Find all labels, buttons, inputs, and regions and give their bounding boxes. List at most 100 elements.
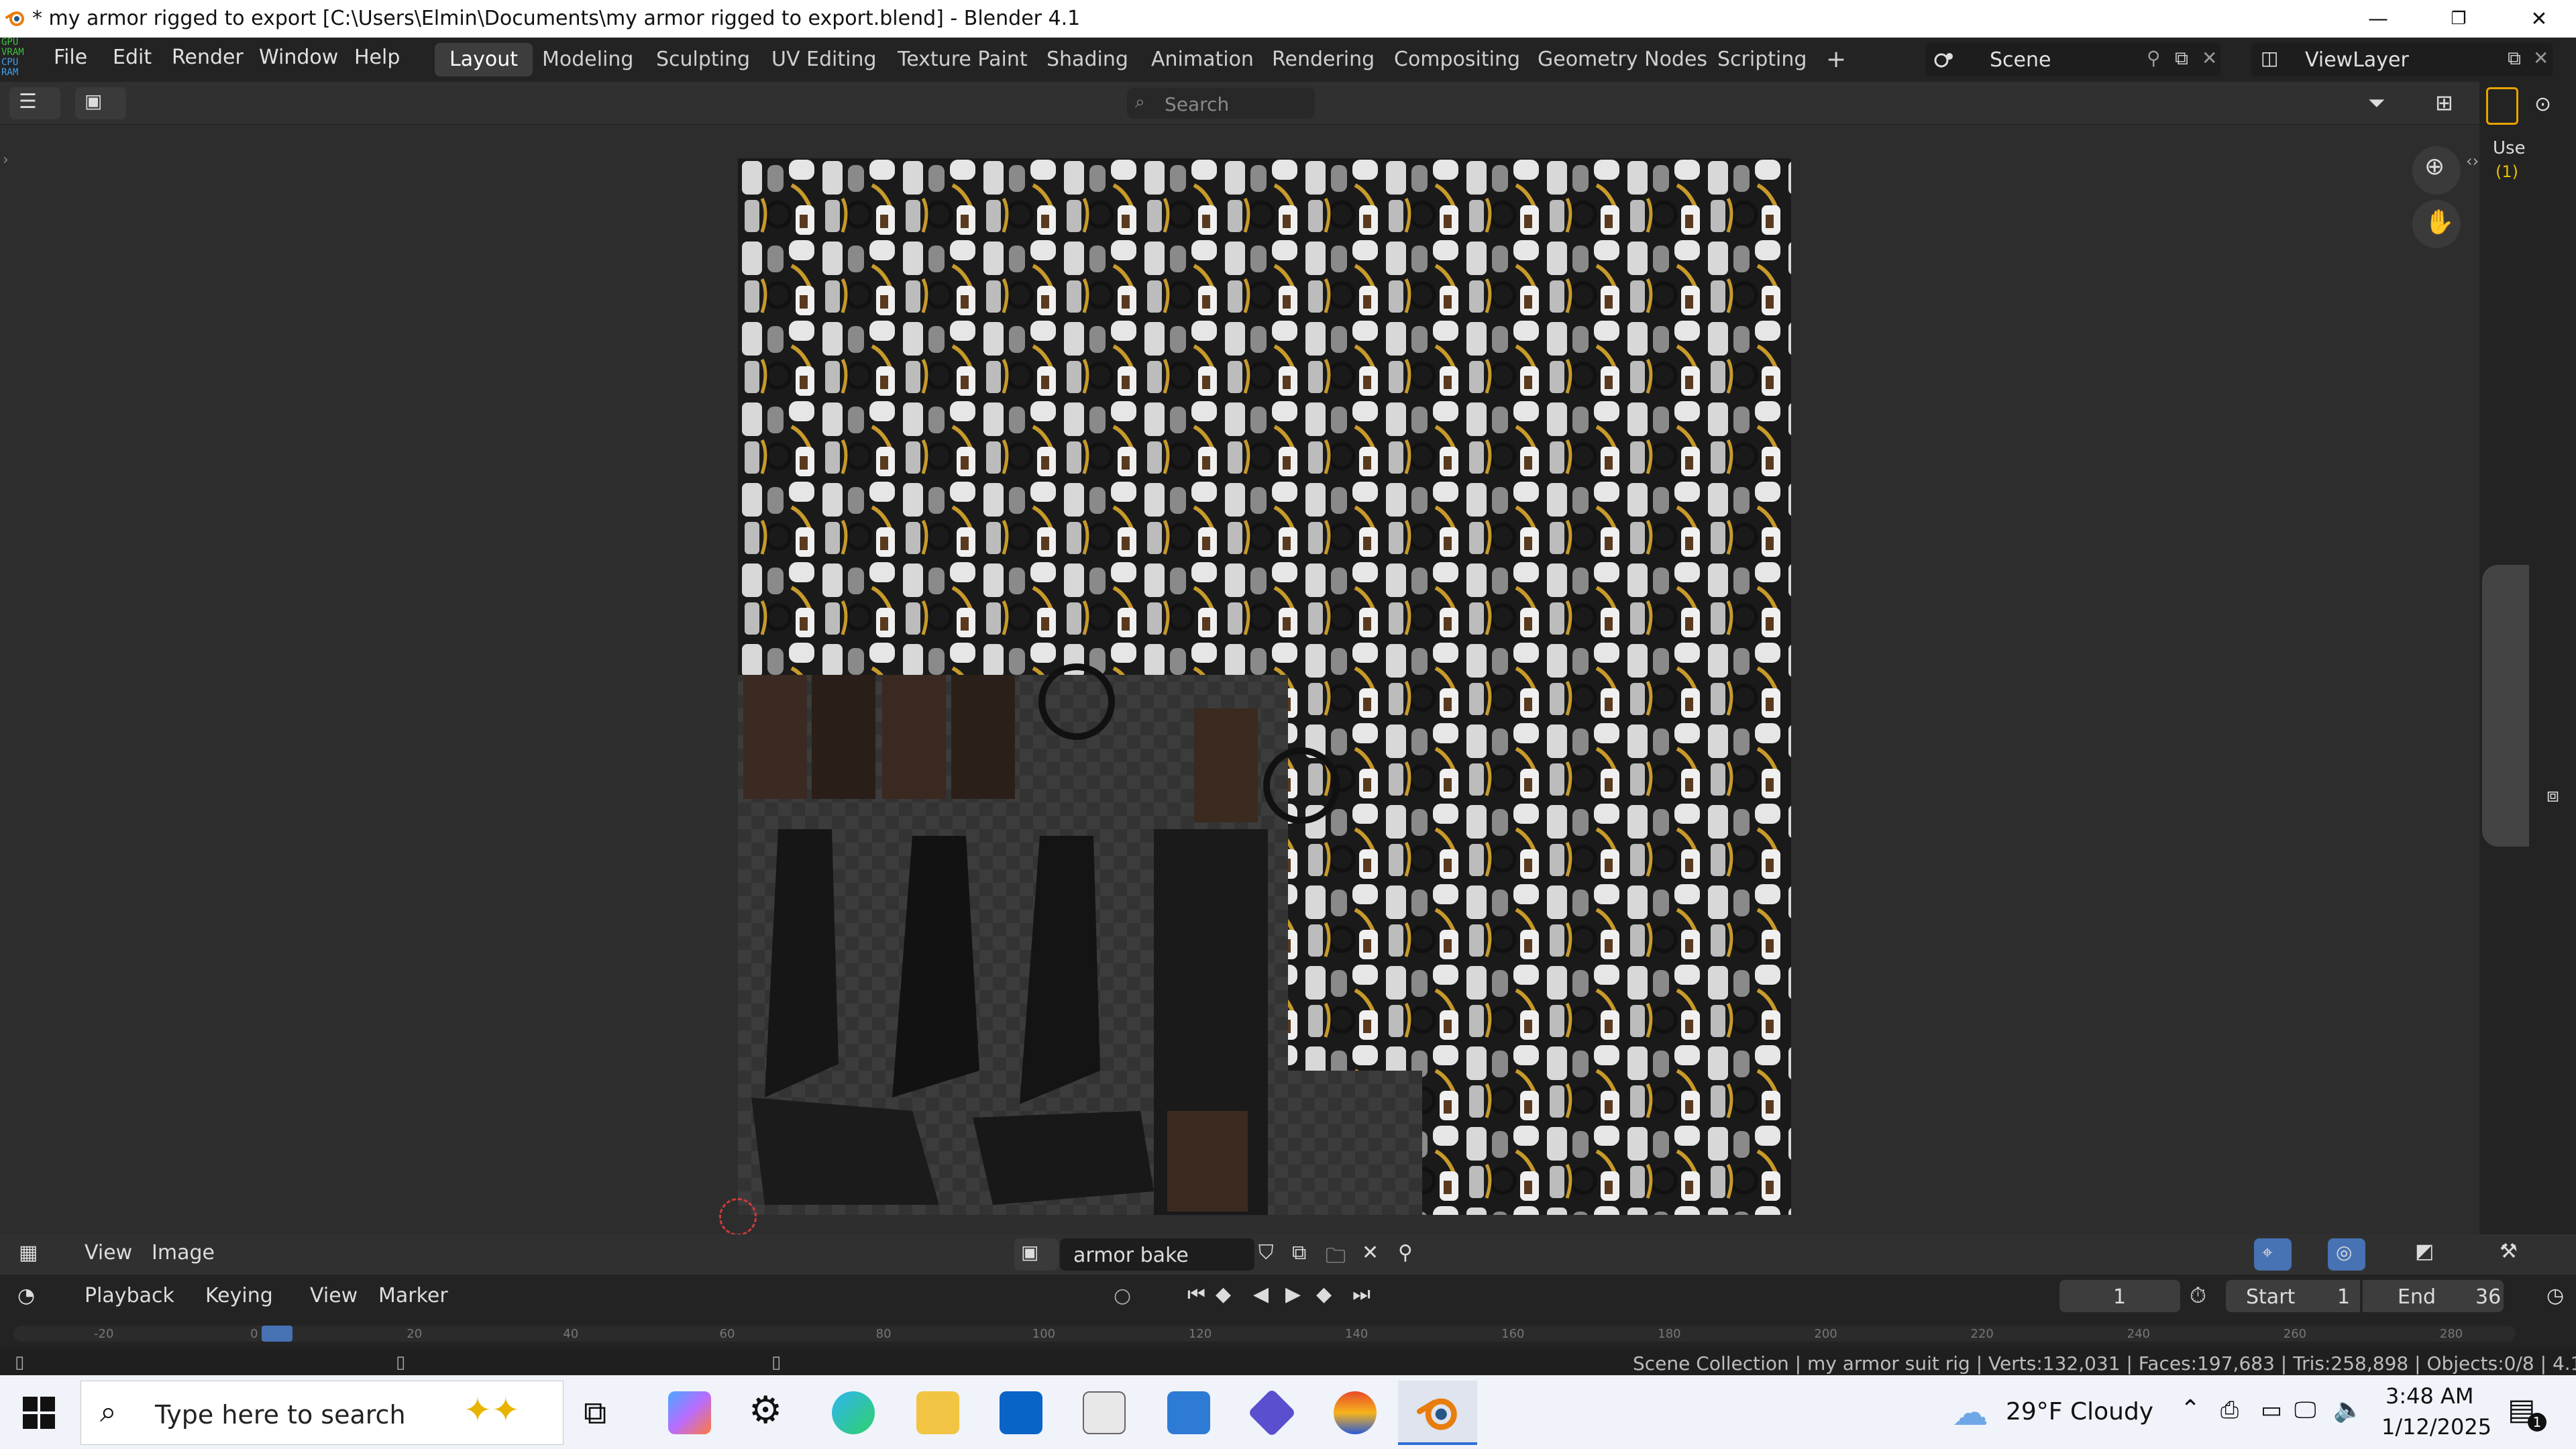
image-mode-selector[interactable]: ▣: [75, 87, 126, 119]
marker-menu[interactable]: Marker: [378, 1284, 448, 1307]
start-frame-field[interactable]: Start 1: [2226, 1280, 2360, 1312]
selection-tool-icon[interactable]: [2486, 87, 2518, 125]
pan-button[interactable]: ✋: [2412, 200, 2461, 248]
fake-user-icon[interactable]: ⛉: [1258, 1241, 1274, 1265]
current-frame-field[interactable]: 1: [2059, 1280, 2180, 1312]
jump-start-icon[interactable]: ⏮: [1187, 1283, 1205, 1306]
filter-button[interactable]: ⏷: [2361, 90, 2415, 117]
unlink-image-icon[interactable]: ✕: [1362, 1241, 1379, 1265]
tab-rendering[interactable]: Rendering: [1257, 43, 1389, 76]
texture-atlas-image[interactable]: [738, 158, 1791, 1215]
add-workspace-button[interactable]: +: [1811, 43, 1861, 76]
tab-texture-paint[interactable]: Texture Paint: [883, 43, 1042, 76]
toggle-icon[interactable]: ⧈: [2546, 784, 2559, 807]
menu-render[interactable]: Render: [172, 46, 244, 69]
tab-modeling[interactable]: Modeling: [527, 43, 648, 76]
game-launcher-icon[interactable]: [1334, 1391, 1377, 1434]
delete-scene-icon[interactable]: ✕: [2202, 47, 2217, 69]
preview-range-icon[interactable]: ⏱: [2190, 1283, 2206, 1309]
tab-scripting[interactable]: Scripting: [1703, 43, 1821, 76]
next-keyframe-icon[interactable]: ◆: [1316, 1283, 1332, 1306]
pin-icon[interactable]: ⚲: [2147, 47, 2161, 69]
scene-selector[interactable]: Scene ⚲ ⧉ ✕: [1925, 43, 2220, 76]
outlook-icon[interactable]: [1000, 1391, 1042, 1434]
editor-type-button[interactable]: ▦: [9, 1238, 60, 1271]
power-automate-icon[interactable]: [1247, 1388, 1297, 1438]
snap-toggle[interactable]: ⌖: [2254, 1238, 2292, 1271]
volume-icon[interactable]: 🔈: [2333, 1395, 2363, 1424]
minimize-button[interactable]: —: [2341, 0, 2415, 38]
tab-animation[interactable]: Animation: [1136, 43, 1269, 76]
copilot-icon[interactable]: [668, 1391, 711, 1434]
tools-icon[interactable]: ⚒: [2500, 1240, 2518, 1263]
settings-icon[interactable]: ⚙: [749, 1389, 782, 1432]
new-view-layer-icon[interactable]: ⧉: [2508, 47, 2521, 70]
clock-date[interactable]: 1/12/2025: [2381, 1414, 2491, 1440]
pin-image-icon[interactable]: ⚲: [1398, 1241, 1413, 1265]
view-layer-selector[interactable]: ◫ ViewLayer ⧉ ✕: [2251, 43, 2553, 76]
display-channels-icon[interactable]: ◩: [2415, 1240, 2434, 1263]
restore-button[interactable]: ❐: [2422, 0, 2496, 38]
windows-start-button[interactable]: [21, 1395, 56, 1430]
jump-end-icon[interactable]: ⏭: [1352, 1283, 1371, 1306]
timeline-view-menu[interactable]: View: [310, 1284, 358, 1307]
prev-keyframe-icon[interactable]: ◆: [1216, 1283, 1231, 1306]
file-explorer-icon[interactable]: [916, 1391, 959, 1434]
item-tab-icon[interactable]: ⊙: [2534, 93, 2551, 116]
microsoft-store-icon[interactable]: [1083, 1391, 1126, 1434]
playhead[interactable]: [262, 1326, 292, 1342]
timeline-ruler[interactable]: -20 0 20 40 60 80 100 120 140 160 180 200 220 240 260 2…: [13, 1326, 2516, 1342]
overlays-toggle[interactable]: ◎: [2328, 1238, 2365, 1271]
tab-geometry-nodes[interactable]: Geometry Nodes: [1523, 43, 1722, 76]
view-menu[interactable]: View: [85, 1241, 132, 1265]
new-image-icon[interactable]: ⧉: [1292, 1241, 1306, 1265]
timeline-options-icon[interactable]: ◷: [2546, 1284, 2564, 1307]
menu-edit[interactable]: Edit: [113, 46, 152, 69]
tab-shading[interactable]: Shading: [1032, 43, 1143, 76]
delete-view-layer-icon[interactable]: ✕: [2533, 47, 2548, 69]
notifications-button[interactable]: ▤ 1: [2508, 1393, 2548, 1433]
blender-taskbar-button[interactable]: [1398, 1381, 1477, 1445]
close-window-button[interactable]: ✕: [2502, 0, 2576, 38]
tab-layout[interactable]: Layout: [435, 43, 533, 76]
overlay-icon[interactable]: ⊞: [2435, 90, 2453, 115]
battery-icon[interactable]: ▭: [2261, 1397, 2282, 1424]
playback-menu[interactable]: Playback: [85, 1284, 174, 1307]
meet-now-icon[interactable]: ⎙: [2220, 1397, 2239, 1424]
network-icon[interactable]: 🖵: [2294, 1397, 2316, 1424]
show-hidden-icons-icon[interactable]: ⌃: [2180, 1395, 2200, 1423]
zoom-button[interactable]: ⊕: [2412, 146, 2461, 195]
tab-compositing[interactable]: Compositing: [1379, 43, 1535, 76]
sidebar-toggle-icon[interactable]: ‹›: [2466, 152, 2479, 170]
menu-help[interactable]: Help: [354, 46, 400, 69]
edge-browser-icon[interactable]: [832, 1391, 875, 1434]
window-title: * my armor rigged to export [C:\Users\El…: [32, 7, 1081, 30]
weather-cloud-icon[interactable]: ☁: [1952, 1391, 1988, 1434]
tab-uv-editing[interactable]: UV Editing: [757, 43, 892, 76]
timeline-editor-icon[interactable]: ◔: [17, 1284, 35, 1307]
tab-sculpting[interactable]: Sculpting: [641, 43, 765, 76]
toolbar-expand-icon[interactable]: ›: [3, 152, 9, 168]
menu-window[interactable]: Window: [259, 46, 338, 69]
play-icon[interactable]: ▶: [1285, 1283, 1301, 1306]
editor-type-selector[interactable]: ☰: [9, 87, 60, 119]
play-reverse-icon[interactable]: ◀: [1253, 1283, 1269, 1306]
remote-desktop-icon[interactable]: [1167, 1391, 1210, 1434]
search-input[interactable]: ⌕ Search: [1127, 88, 1315, 119]
blender-logo-icon: [5, 11, 24, 26]
auto-keying-icon[interactable]: ○: [1114, 1284, 1131, 1307]
image-name-field[interactable]: armor bake: [1060, 1238, 1254, 1271]
new-scene-icon[interactable]: ⧉: [2175, 47, 2188, 70]
taskbar-search-box[interactable]: ⌕ Type here to search ✦✦: [80, 1381, 564, 1445]
weather-text[interactable]: 29°F Cloudy: [2006, 1398, 2153, 1426]
2d-cursor[interactable]: [719, 1198, 757, 1236]
image-menu[interactable]: Image: [152, 1241, 215, 1265]
clock-time[interactable]: 3:48 AM: [2385, 1383, 2474, 1409]
open-image-icon[interactable]: 🗀: [1326, 1241, 1346, 1275]
search-placeholder: Search: [1165, 93, 1230, 115]
keying-menu[interactable]: Keying: [205, 1284, 273, 1307]
task-view-icon[interactable]: ⧉: [584, 1394, 606, 1432]
end-frame-field[interactable]: End 36: [2363, 1280, 2504, 1312]
image-browse-button[interactable]: ▣: [1014, 1238, 1059, 1271]
menu-file[interactable]: File: [54, 46, 87, 69]
